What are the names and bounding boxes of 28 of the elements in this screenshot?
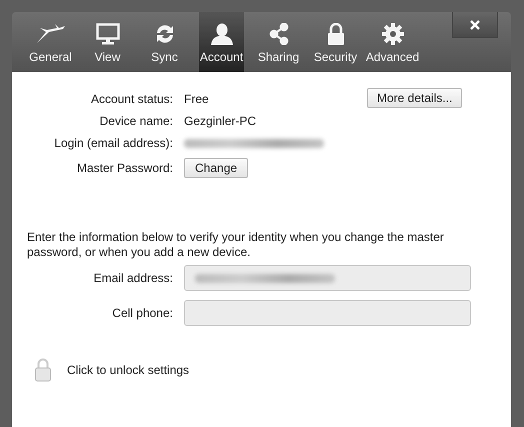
unlock-text[interactable]: Click to unlock settings <box>67 363 190 377</box>
toolbar-tab[interactable]: Sharing <box>250 12 307 72</box>
field-label: Master Password: <box>76 161 173 175</box>
toolbar-tab[interactable]: Account <box>199 12 244 72</box>
user-icon <box>210 23 234 45</box>
field-label: Cell phone: <box>111 306 173 320</box>
field-value: Gezginler-PC <box>184 114 256 128</box>
toolbar-tab[interactable]: General <box>22 12 79 72</box>
more-details-button[interactable]: More details... <box>367 88 462 108</box>
toolbar-tab[interactable]: Advanced <box>364 12 421 72</box>
field-label: Account status: <box>90 92 173 106</box>
field-label: Email address: <box>92 271 173 285</box>
padlock-icon[interactable] <box>35 358 51 382</box>
close-button[interactable] <box>452 12 498 38</box>
field-label: Login (email address): <box>53 136 173 150</box>
info-text: Enter the information below to verify your identity when you change the master password, or when you add a new device. <box>27 230 445 260</box>
close-icon <box>470 20 480 30</box>
toolbar-tab[interactable]: Sync <box>136 12 193 72</box>
leaping-figure-icon <box>34 23 66 45</box>
field-label: Device name: <box>98 114 173 128</box>
share-icon <box>268 23 288 45</box>
toolbar-tab[interactable]: View <box>79 12 136 72</box>
gear-icon <box>382 23 404 45</box>
change-button[interactable]: Change <box>184 158 248 178</box>
monitor-icon <box>96 23 120 45</box>
padlock-icon <box>326 23 344 45</box>
field-value: Free <box>184 92 209 106</box>
toolbar-tab[interactable]: Security <box>307 12 364 72</box>
